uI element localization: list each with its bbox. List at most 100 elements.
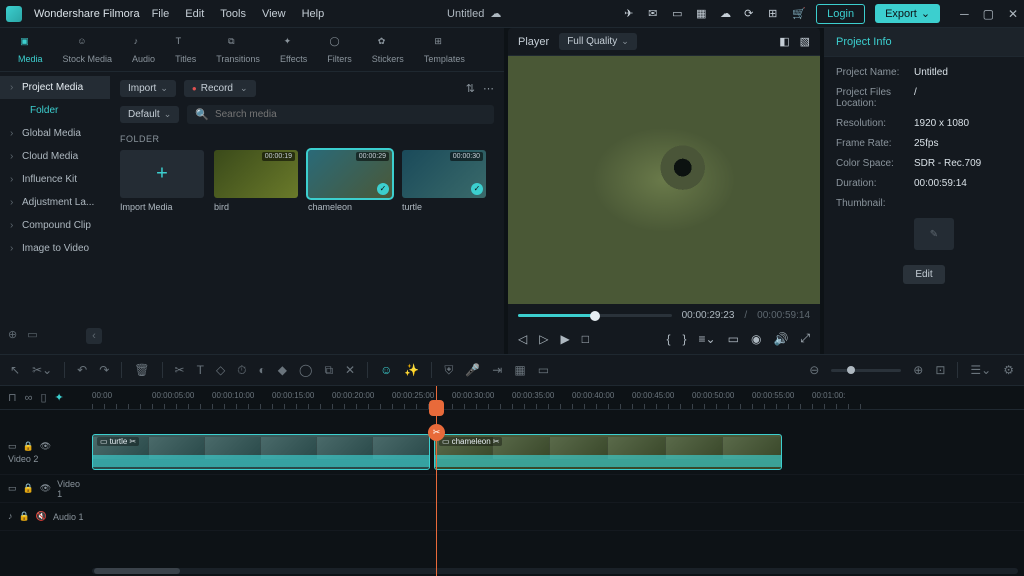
new-folder-icon[interactable]: ⊕: [8, 328, 17, 344]
zoom-out-icon[interactable]: ⊖: [809, 363, 819, 377]
mask-icon[interactable]: ◯: [299, 363, 312, 377]
nav-cloud-media[interactable]: Cloud Media: [0, 145, 110, 168]
marker-icon[interactable]: ⇥: [492, 363, 502, 377]
prev-frame-icon[interactable]: ◁: [518, 332, 527, 346]
lock-icon[interactable]: 🔒: [23, 441, 34, 452]
menu-help[interactable]: Help: [302, 8, 325, 20]
menu-edit[interactable]: Edit: [185, 8, 204, 20]
login-button[interactable]: Login: [816, 4, 865, 24]
timeline-scrollbar[interactable]: [92, 568, 1018, 574]
fullscreen-icon[interactable]: ⤢: [800, 331, 810, 346]
apps-icon[interactable]: ⊞: [768, 7, 782, 21]
undo-icon[interactable]: ↶: [77, 363, 87, 377]
split-icon[interactable]: ✂: [175, 363, 185, 377]
grid-icon[interactable]: ▦: [514, 363, 525, 377]
zoom-slider[interactable]: [831, 369, 901, 372]
nav-compound-clip[interactable]: Compound Clip: [0, 214, 110, 237]
marker-add-icon[interactable]: ▯: [40, 391, 46, 404]
settings-icon[interactable]: ⚙: [1003, 363, 1014, 377]
zoom-fit-icon[interactable]: ⊡: [935, 363, 945, 377]
device-icon[interactable]: ▭: [672, 7, 686, 21]
minimize-button[interactable]: ─: [960, 7, 969, 21]
track-audio1[interactable]: [92, 503, 1024, 531]
text-tool-icon[interactable]: T: [197, 363, 204, 377]
more-icon[interactable]: ⋯: [483, 82, 494, 95]
render-icon[interactable]: ▭: [538, 363, 549, 377]
search-box[interactable]: 🔍: [187, 105, 494, 124]
maximize-button[interactable]: ▢: [983, 7, 994, 21]
pointer-tool-icon[interactable]: ↖: [10, 363, 20, 377]
mark-out-icon[interactable]: }: [683, 332, 687, 346]
detach-icon[interactable]: ✕: [345, 363, 355, 377]
preview-video[interactable]: [508, 56, 820, 304]
link-icon[interactable]: ∞: [25, 392, 33, 404]
camera-icon[interactable]: ◉: [751, 332, 761, 346]
tab-effects[interactable]: ✦Effects: [280, 36, 307, 64]
play-icon[interactable]: ▶: [560, 332, 569, 346]
menu-tools[interactable]: Tools: [220, 8, 246, 20]
clip-chameleon[interactable]: 00:00:29✓ chameleon: [308, 150, 392, 212]
record-dropdown[interactable]: Record: [184, 80, 256, 97]
shield-icon[interactable]: ⛨: [444, 363, 453, 378]
lock-icon[interactable]: 🔒: [19, 511, 30, 522]
clip-bird[interactable]: 00:00:19 bird: [214, 150, 298, 212]
nav-folder[interactable]: Folder: [0, 99, 110, 122]
eye-icon[interactable]: 👁: [40, 441, 51, 452]
display-icon[interactable]: ▭: [728, 332, 739, 346]
db-icon[interactable]: ▦: [696, 7, 710, 21]
tab-transitions[interactable]: ⧉Transitions: [216, 36, 260, 64]
filter-icon[interactable]: ⇅: [466, 82, 475, 95]
nav-influence-kit[interactable]: Influence Kit: [0, 168, 110, 191]
crop-icon[interactable]: ◇: [216, 363, 225, 377]
cart-icon[interactable]: 🛒: [792, 7, 806, 21]
time-ruler[interactable]: 00:0000:00:05:0000:00:10:0000:00:15:0000…: [92, 386, 1024, 410]
edit-button[interactable]: Edit: [903, 265, 944, 284]
delete-icon[interactable]: 🗑: [134, 363, 149, 377]
playhead[interactable]: ✂: [436, 386, 437, 576]
compare-icon[interactable]: ◧: [779, 35, 789, 48]
track-video1[interactable]: [92, 475, 1024, 503]
track-video2[interactable]: ▭turtle ✂ ▭chameleon ✂: [92, 430, 1024, 475]
cut-at-playhead-icon[interactable]: ✂: [428, 424, 445, 441]
quality-dropdown[interactable]: Full Quality: [559, 33, 637, 50]
close-button[interactable]: ✕: [1008, 7, 1018, 21]
redo-icon[interactable]: ↷: [99, 363, 109, 377]
cloud-icon[interactable]: ☁: [720, 7, 734, 21]
tab-media[interactable]: ▣Media: [18, 36, 43, 64]
tab-stickers[interactable]: ✿Stickers: [372, 36, 404, 64]
project-info-tab[interactable]: Project Info: [824, 28, 1024, 57]
tab-titles[interactable]: TTitles: [175, 36, 196, 64]
magnet-icon[interactable]: ⊓: [8, 391, 17, 404]
hand-tool-icon[interactable]: ✂⌄: [32, 363, 52, 377]
volume-icon[interactable]: 🔊: [773, 332, 788, 346]
clip-turtle[interactable]: 00:00:30✓ turtle: [402, 150, 486, 212]
nav-global-media[interactable]: Global Media: [0, 122, 110, 145]
menu-view[interactable]: View: [262, 8, 286, 20]
send-icon[interactable]: ✈: [624, 7, 638, 21]
marker2-icon[interactable]: ✦: [55, 391, 64, 404]
mark-in-icon[interactable]: {: [667, 332, 671, 346]
track-head-video2[interactable]: ▭🔒👁 Video 2: [0, 430, 92, 475]
tab-audio[interactable]: ♪Audio: [132, 36, 155, 64]
play-pause-icon[interactable]: ▷: [539, 332, 548, 346]
track-head-audio1[interactable]: ♪🔒🔇 Audio 1: [0, 503, 92, 531]
seek-bar[interactable]: [518, 314, 672, 317]
nav-adjustment-layer[interactable]: Adjustment La...: [0, 191, 110, 214]
import-dropdown[interactable]: Import: [120, 80, 176, 97]
chat-icon[interactable]: ✉: [648, 7, 662, 21]
new-bin-icon[interactable]: ▭: [27, 328, 37, 344]
mute-icon[interactable]: 🔇: [36, 511, 47, 522]
nav-image-to-video[interactable]: Image to Video: [0, 237, 110, 260]
stop-icon[interactable]: □: [582, 332, 589, 346]
tab-stock-media[interactable]: ☺Stock Media: [63, 36, 113, 64]
snapshot-icon[interactable]: ▧: [800, 35, 810, 48]
tab-filters[interactable]: ◯Filters: [327, 36, 352, 64]
view-mode-icon[interactable]: ☰⌄: [970, 363, 991, 377]
eye-icon[interactable]: 👁: [40, 483, 51, 494]
import-media-tile[interactable]: + Import Media: [120, 150, 204, 212]
sort-dropdown[interactable]: Default: [120, 106, 179, 123]
group-icon[interactable]: ⧉: [324, 363, 333, 378]
search-input[interactable]: [215, 109, 486, 120]
track-area[interactable]: 00:0000:00:05:0000:00:10:0000:00:15:0000…: [92, 386, 1024, 576]
enhance-icon[interactable]: ✨: [404, 363, 419, 377]
